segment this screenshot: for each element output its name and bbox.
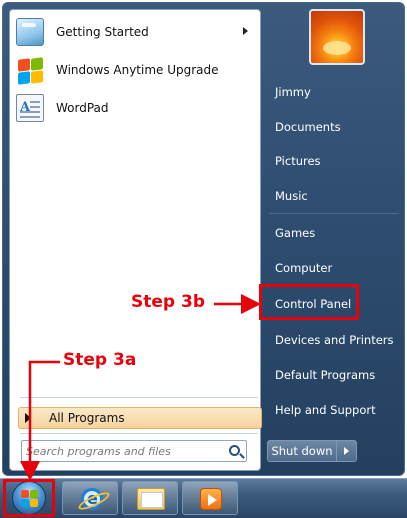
step-3b-label: Step 3b bbox=[131, 292, 205, 312]
start-menu: Getting Started Windows Anytime Upgrade … bbox=[2, 2, 405, 476]
search-input[interactable] bbox=[26, 442, 222, 460]
user-picture-avatar[interactable] bbox=[309, 9, 365, 65]
wordpad-icon: A bbox=[16, 94, 44, 122]
search-box[interactable] bbox=[21, 440, 247, 462]
program-getting-started[interactable]: Getting Started bbox=[14, 14, 256, 50]
start-button-highlight bbox=[3, 479, 55, 517]
media-player-icon bbox=[200, 488, 222, 510]
link-music[interactable]: Music bbox=[275, 189, 308, 203]
programs-pane: Getting Started Windows Anytime Upgrade … bbox=[9, 9, 262, 471]
play-arrow-icon bbox=[25, 413, 31, 423]
program-label: Getting Started bbox=[56, 25, 149, 39]
link-default-programs[interactable]: Default Programs bbox=[275, 368, 375, 382]
program-windows-anytime-upgrade[interactable]: Windows Anytime Upgrade bbox=[14, 52, 256, 88]
getting-started-icon bbox=[16, 18, 44, 46]
divider bbox=[20, 433, 258, 434]
taskbar-internet-explorer[interactable] bbox=[62, 481, 118, 515]
all-programs-label: All Programs bbox=[49, 411, 125, 425]
program-label: WordPad bbox=[56, 101, 109, 115]
link-jimmy[interactable]: Jimmy bbox=[275, 85, 311, 99]
program-label: Windows Anytime Upgrade bbox=[56, 63, 219, 77]
link-pictures[interactable]: Pictures bbox=[275, 154, 321, 168]
link-computer[interactable]: Computer bbox=[275, 261, 332, 275]
shutdown-group: Shut down bbox=[267, 440, 359, 462]
shutdown-button[interactable]: Shut down bbox=[267, 440, 337, 462]
link-help-and-support[interactable]: Help and Support bbox=[275, 403, 376, 417]
search-icon[interactable] bbox=[229, 445, 240, 456]
all-programs-button[interactable]: All Programs bbox=[18, 407, 262, 429]
internet-explorer-icon bbox=[81, 488, 103, 510]
shutdown-options-button[interactable] bbox=[337, 440, 357, 462]
chevron-right-icon bbox=[344, 447, 349, 455]
program-wordpad[interactable]: A WordPad bbox=[14, 90, 256, 126]
windows-logo-icon bbox=[16, 56, 44, 85]
step-3a-label: Step 3a bbox=[63, 350, 137, 370]
link-games[interactable]: Games bbox=[275, 226, 315, 240]
control-panel-highlight bbox=[259, 284, 359, 320]
link-documents[interactable]: Documents bbox=[275, 120, 341, 134]
taskbar-media-player[interactable] bbox=[182, 481, 238, 515]
submenu-arrow-icon bbox=[243, 27, 248, 35]
link-devices-and-printers[interactable]: Devices and Printers bbox=[275, 333, 394, 347]
windows-explorer-icon bbox=[137, 488, 165, 510]
divider bbox=[269, 213, 399, 214]
taskbar-windows-explorer[interactable] bbox=[122, 481, 178, 515]
divider bbox=[20, 397, 258, 398]
